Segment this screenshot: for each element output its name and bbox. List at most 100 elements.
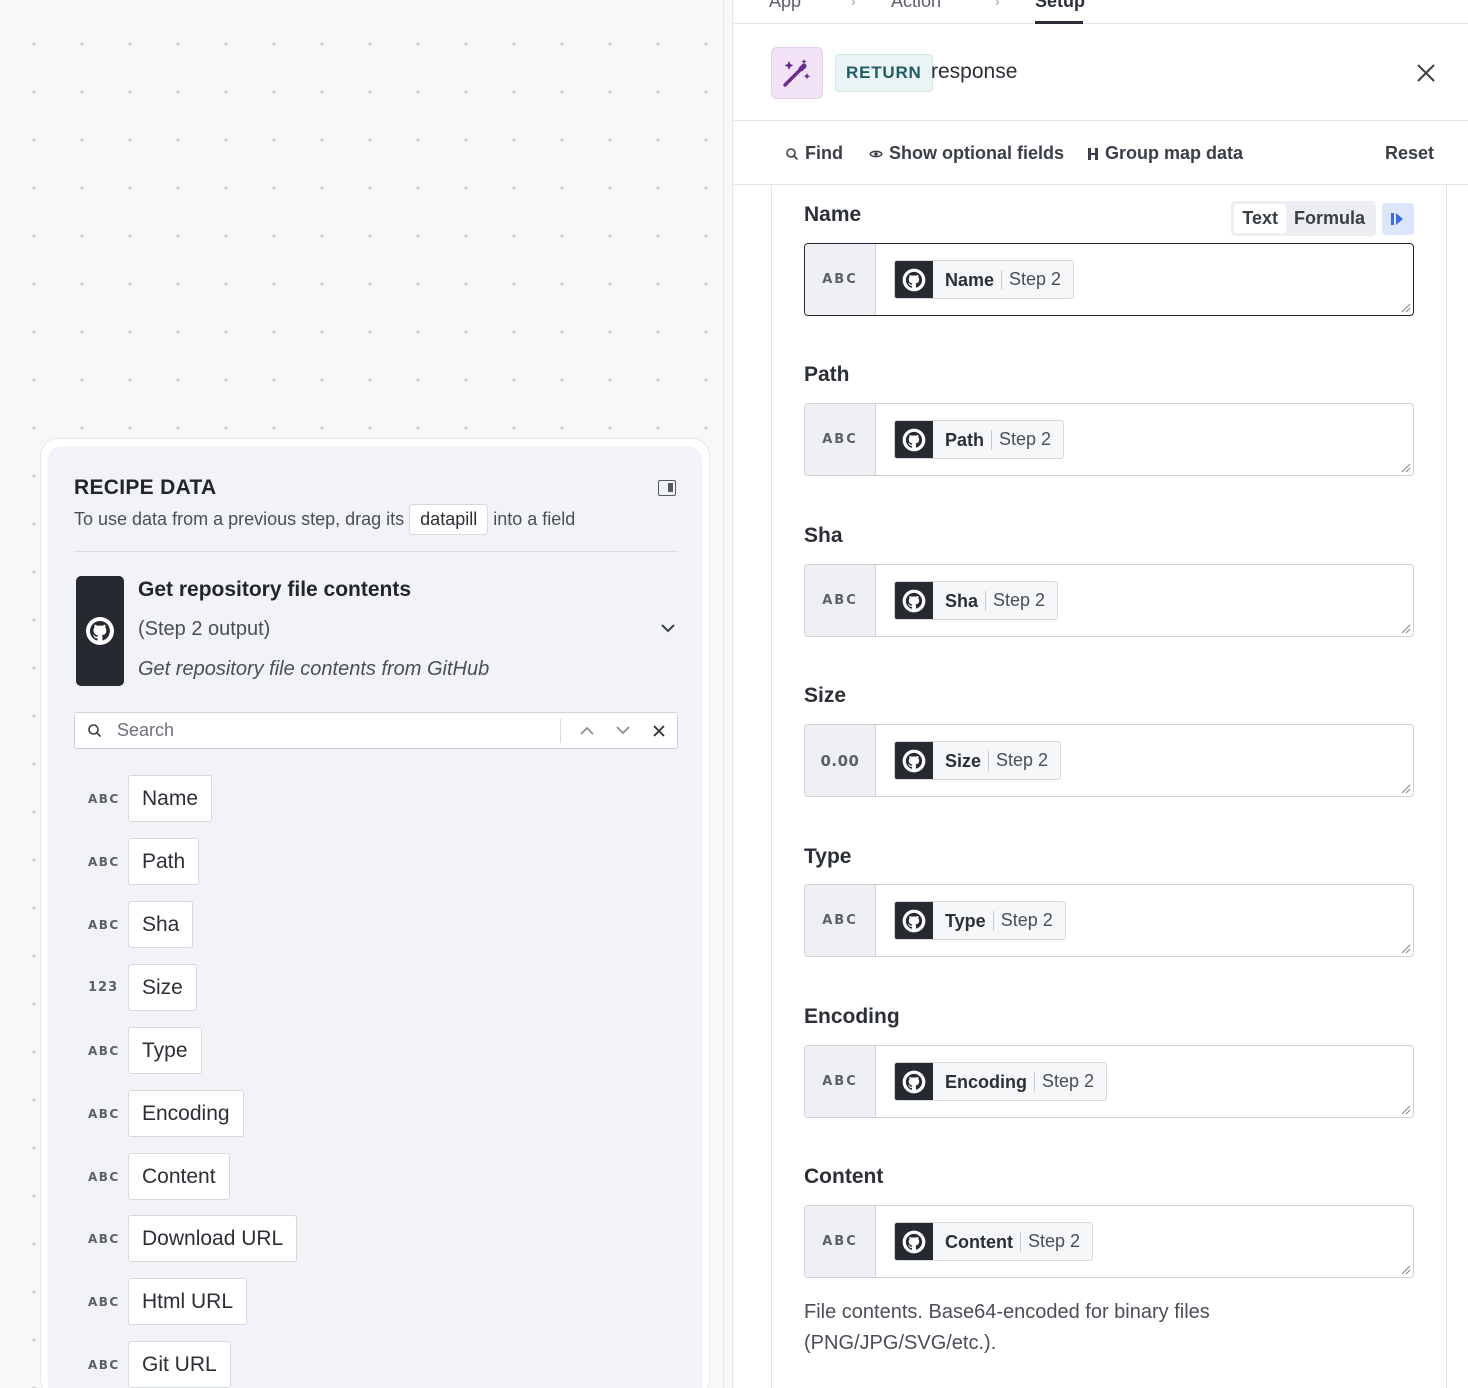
github-icon — [895, 421, 933, 458]
mapped-datapill[interactable]: Content Step 2 — [894, 1222, 1094, 1261]
type-label: ABC — [88, 1043, 120, 1058]
field-label-content: Content — [804, 1165, 884, 1188]
resize-handle-icon[interactable] — [1399, 942, 1411, 954]
close-icon[interactable] — [1415, 62, 1437, 84]
divider — [74, 551, 678, 552]
show-optional-fields-button[interactable]: Show optional fields — [869, 143, 1064, 164]
datapill[interactable]: Sha — [128, 901, 194, 948]
datapill[interactable]: Size — [128, 964, 197, 1011]
recipe-canvas[interactable]: RECIPE DATA To use data from a previous … — [0, 0, 724, 1388]
type-label: ABC — [88, 1294, 120, 1309]
github-icon — [895, 261, 933, 298]
resize-handle-icon[interactable] — [1399, 622, 1411, 634]
datapill-step: Step 2 — [1009, 269, 1062, 289]
text-mode-button[interactable]: Text — [1234, 204, 1286, 233]
field-input-path[interactable]: ABC Path Step 2 — [804, 403, 1414, 476]
search-icon — [786, 147, 799, 160]
datapill[interactable]: Path — [128, 838, 200, 885]
group-map-data-button[interactable]: Group map data — [1087, 143, 1243, 164]
github-icon — [895, 742, 933, 779]
action-type-badge: RETURN — [835, 54, 933, 92]
field-mapping-form: Name Text Formula ABC Name Step 2 Path A… — [771, 185, 1447, 1388]
field-input-content[interactable]: ABC Content Step 2 — [804, 1205, 1414, 1278]
datapill-step: Step 2 — [1027, 1231, 1081, 1251]
mapped-datapill[interactable]: Sha Step 2 — [894, 581, 1059, 620]
datapill-row[interactable]: ABC Html URL — [88, 1278, 248, 1325]
field-input-size[interactable]: 0.00 Size Step 2 — [804, 724, 1414, 797]
datapill-step: Step 2 — [996, 750, 1049, 770]
datapill[interactable]: Content — [128, 1153, 230, 1200]
datapill-row[interactable]: ABC Content — [88, 1153, 230, 1200]
field-value-area[interactable]: Name Step 2 — [876, 244, 1413, 315]
field-input-encoding[interactable]: ABC Encoding Step 2 — [804, 1045, 1414, 1118]
type-label: ABC — [88, 854, 120, 869]
chevron-right-icon: › — [995, 0, 1000, 9]
step-output-card[interactable]: Get repository file contents (Step 2 out… — [76, 576, 678, 688]
mapped-datapill[interactable]: Name Step 2 — [894, 260, 1075, 299]
tab-app[interactable]: App — [769, 0, 801, 12]
field-value-area[interactable]: Content Step 2 — [876, 1206, 1413, 1277]
field-label-sha: Sha — [804, 524, 843, 547]
datapill-search — [74, 712, 678, 749]
collapse-panel-icon[interactable] — [658, 480, 676, 496]
datapill-row[interactable]: ABC Path — [88, 838, 200, 885]
tab-setup[interactable]: Setup — [1035, 0, 1085, 12]
group-icon — [1088, 147, 1098, 160]
datapill-row[interactable]: ABC Encoding — [88, 1090, 244, 1137]
field-value-area[interactable]: Size Step 2 — [876, 725, 1413, 796]
clear-search-button[interactable] — [641, 713, 677, 749]
type-label: ABC — [88, 1106, 120, 1121]
resize-handle-icon[interactable] — [1399, 782, 1411, 794]
mapped-datapill[interactable]: Path Step 2 — [894, 420, 1065, 459]
type-label: 123 — [88, 980, 119, 995]
field-label-encoding: Encoding — [804, 1005, 900, 1028]
magic-wand-icon — [771, 47, 823, 99]
input-mode-switch: Text Formula — [1231, 201, 1414, 236]
mode-toggle: Text Formula — [1231, 201, 1376, 236]
previous-match-button[interactable] — [569, 713, 605, 749]
close-icon — [653, 724, 665, 737]
field-value-area[interactable]: Sha Step 2 — [876, 565, 1413, 636]
datapill-label: Sha — [933, 590, 987, 611]
tab-action[interactable]: Action — [891, 0, 941, 12]
resize-handle-icon[interactable] — [1399, 1263, 1411, 1275]
expand-editor-icon[interactable] — [1382, 202, 1414, 235]
datapill-row[interactable]: ABC Download URL — [88, 1215, 298, 1262]
field-input-sha[interactable]: ABC Sha Step 2 — [804, 564, 1414, 637]
datapill[interactable]: Html URL — [128, 1278, 248, 1325]
find-button[interactable]: Find — [785, 143, 843, 164]
next-match-button[interactable] — [605, 713, 641, 749]
datapill[interactable]: Encoding — [128, 1090, 244, 1137]
datapill-row[interactable]: ABC Sha — [88, 901, 194, 948]
reset-button[interactable]: Reset — [1385, 143, 1434, 164]
datapill[interactable]: Name — [128, 775, 213, 822]
datapill-step: Step 2 — [999, 429, 1052, 449]
chevron-down-icon[interactable] — [660, 620, 676, 638]
formula-mode-button[interactable]: Formula — [1286, 204, 1373, 233]
step-subtitle: (Step 2 output) — [138, 618, 271, 640]
instruction-text-end: into a field — [493, 509, 576, 529]
field-input-name[interactable]: ABC Name Step 2 — [804, 243, 1414, 316]
datapill[interactable]: Git URL — [128, 1341, 231, 1388]
datapill-row[interactable]: 123 Size — [88, 964, 197, 1011]
datapill-label: Type — [933, 910, 994, 931]
mapped-datapill[interactable]: Size Step 2 — [894, 741, 1062, 780]
recipe-data-instruction: To use data from a previous step, drag i… — [74, 504, 575, 535]
resize-handle-icon[interactable] — [1399, 301, 1411, 313]
field-input-type[interactable]: ABC Type Step 2 — [804, 884, 1414, 957]
resize-handle-icon[interactable] — [1399, 1103, 1411, 1115]
field-label-type: Type — [804, 845, 852, 868]
field-value-area[interactable]: Type Step 2 — [876, 885, 1413, 956]
datapill-row[interactable]: ABC Git URL — [88, 1341, 231, 1388]
datapill-row[interactable]: ABC Name — [88, 775, 213, 822]
field-value-area[interactable]: Encoding Step 2 — [876, 1046, 1413, 1117]
search-input[interactable] — [117, 720, 560, 741]
resize-handle-icon[interactable] — [1399, 461, 1411, 473]
datapill-row[interactable]: ABC Type — [88, 1027, 202, 1074]
datapill[interactable]: Type — [128, 1027, 202, 1074]
mapped-datapill[interactable]: Encoding Step 2 — [894, 1062, 1108, 1101]
setup-tabs: App › Action › Setup — [733, 0, 1468, 24]
mapped-datapill[interactable]: Type Step 2 — [894, 901, 1066, 940]
field-value-area[interactable]: Path Step 2 — [876, 404, 1413, 475]
datapill[interactable]: Download URL — [128, 1215, 298, 1262]
